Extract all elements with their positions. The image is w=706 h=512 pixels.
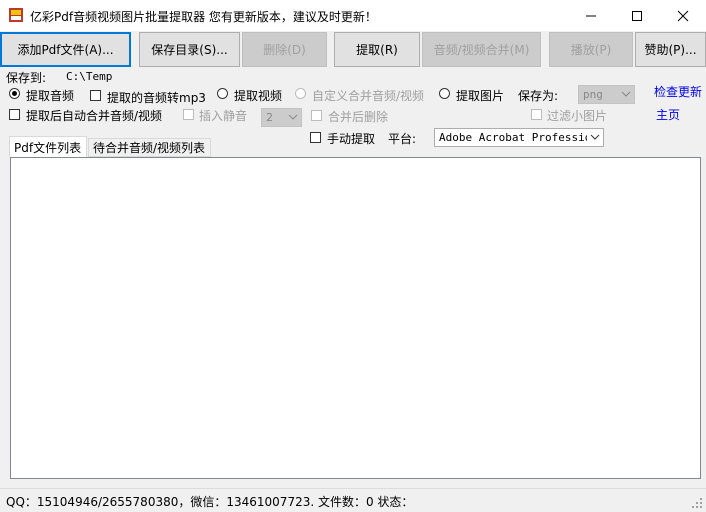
pdf-file-list[interactable] xyxy=(10,157,701,479)
chevron-down-icon xyxy=(590,134,600,140)
app-icon xyxy=(8,7,24,23)
minimize-button[interactable] xyxy=(568,0,614,31)
auto-merge-label[interactable]: 提取后自动合并音频/视频 xyxy=(26,107,162,124)
extract-video-label[interactable]: 提取视频 xyxy=(234,87,282,104)
minimize-icon xyxy=(586,15,596,16)
sponsor-button[interactable]: 赞助(P)... xyxy=(635,32,706,67)
close-icon xyxy=(677,10,689,21)
status-text: QQ：15104946/2655780380，微信：13461007723. 文… xyxy=(6,495,414,509)
extract-video-radio[interactable] xyxy=(217,88,228,99)
platform-select[interactable]: Adobe Acrobat Professional xyxy=(434,128,604,147)
tab-pdf-file-list[interactable]: Pdf文件列表 xyxy=(9,136,87,157)
delete-button[interactable]: 删除(D) xyxy=(242,32,327,67)
chevron-down-icon xyxy=(288,114,298,120)
custom-merge-label[interactable]: 自定义合并音频/视频 xyxy=(312,87,424,104)
chevron-down-icon xyxy=(621,91,631,97)
extract-button[interactable]: 提取(R) xyxy=(334,32,420,67)
window-title: 亿彩Pdf音频视频图片批量提取器 您有更新版本，建议及时更新！ xyxy=(30,10,377,24)
save-directory-button[interactable]: 保存目录(S)... xyxy=(139,32,240,67)
save-as-select[interactable]: png xyxy=(578,85,635,104)
save-as-value: png xyxy=(583,88,603,101)
silence-value: 2 xyxy=(266,111,273,124)
check-update-link[interactable]: 检查更新 xyxy=(654,83,702,100)
audio-to-mp3-checkbox[interactable] xyxy=(90,90,101,101)
save-as-label: 保存为: xyxy=(518,89,559,103)
insert-silence-label[interactable]: 插入静音 xyxy=(199,107,247,124)
merge-av-button[interactable]: 音频/视频合并(M) xyxy=(422,32,541,67)
manual-extract-checkbox[interactable] xyxy=(310,132,321,143)
tab-merge-av-list[interactable]: 待合并音频/视频列表 xyxy=(88,138,211,157)
maximize-icon xyxy=(632,10,642,21)
save-to-label: 保存到: xyxy=(6,71,47,85)
custom-merge-radio[interactable] xyxy=(295,88,306,99)
save-to-path: C:\Temp xyxy=(66,70,113,83)
homepage-link[interactable]: 主页 xyxy=(656,106,680,123)
filter-small-images-checkbox[interactable] xyxy=(531,109,542,120)
delete-after-merge-checkbox[interactable] xyxy=(311,110,322,121)
auto-merge-checkbox[interactable] xyxy=(9,109,20,120)
silence-select[interactable]: 2 xyxy=(261,108,302,127)
extract-audio-radio[interactable] xyxy=(9,88,20,99)
extract-image-label[interactable]: 提取图片 xyxy=(456,87,504,104)
platform-label: 平台: xyxy=(388,132,417,146)
platform-value: Adobe Acrobat Professional xyxy=(439,131,587,144)
delete-after-merge-label[interactable]: 合并后删除 xyxy=(328,108,388,125)
add-pdf-button[interactable]: 添加Pdf文件(A)... xyxy=(0,32,131,67)
extract-audio-label[interactable]: 提取音频 xyxy=(26,87,74,104)
play-button[interactable]: 播放(P) xyxy=(549,32,633,67)
maximize-button[interactable] xyxy=(614,0,660,31)
close-button[interactable] xyxy=(660,0,706,31)
audio-to-mp3-label[interactable]: 提取的音频转mp3 xyxy=(107,89,206,106)
extract-image-radio[interactable] xyxy=(439,88,450,99)
resize-grip-icon[interactable] xyxy=(691,497,703,512)
insert-silence-checkbox[interactable] xyxy=(183,109,194,120)
filter-small-images-label[interactable]: 过滤小图片 xyxy=(547,107,607,124)
manual-extract-label[interactable]: 手动提取 xyxy=(327,130,375,147)
